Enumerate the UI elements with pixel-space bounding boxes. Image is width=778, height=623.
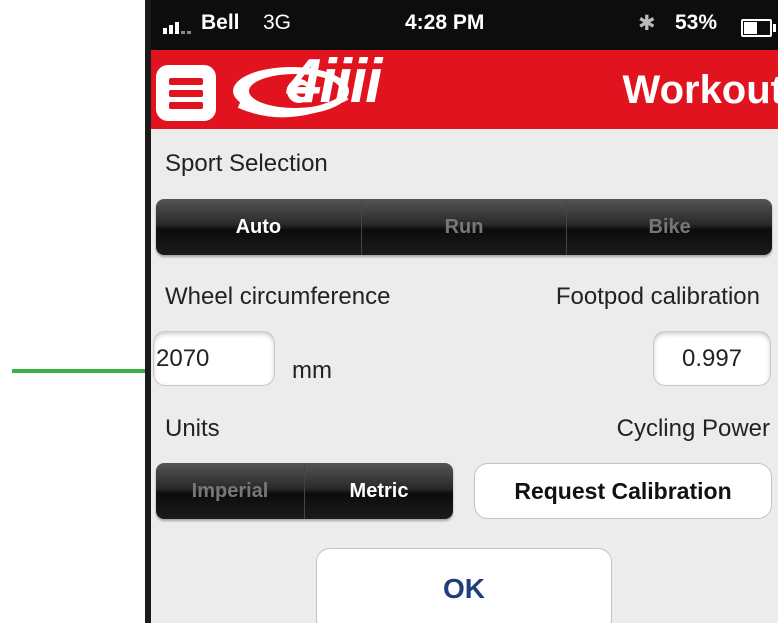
signal-bars-icon <box>163 20 193 34</box>
units-label: Units <box>165 415 220 442</box>
sport-selection-control: Auto Run Bike <box>156 199 772 255</box>
bluetooth-icon: ✱ <box>638 12 656 35</box>
battery-percent: 53% <box>675 11 718 34</box>
footpod-calibration-label: Footpod calibration <box>555 283 760 310</box>
carrier-label: Bell <box>201 11 240 34</box>
units-option-metric[interactable]: Metric <box>304 463 453 519</box>
wheel-unit-label: mm <box>292 357 332 384</box>
battery-icon <box>741 19 776 37</box>
wheel-circumference-input[interactable]: 2070 <box>153 331 275 386</box>
cycling-power-label: Cycling Power <box>616 415 770 442</box>
wheel-circumference-value: 2070 <box>156 344 210 372</box>
ok-button[interactable]: OK <box>316 548 612 623</box>
units-control: Imperial Metric <box>156 463 453 519</box>
sport-option-bike[interactable]: Bike <box>566 199 772 255</box>
units-option-imperial[interactable]: Imperial <box>156 463 304 519</box>
sport-option-auto[interactable]: Auto <box>156 199 361 255</box>
wheel-circumference-label: Wheel circumference <box>165 283 391 310</box>
phone-bezel <box>145 0 151 623</box>
sport-option-run[interactable]: Run <box>360 199 567 255</box>
phone-screen: Bell 3G 4:28 PM ✱ 53% 4iiii Workout Spor… <box>145 0 778 623</box>
footpod-calibration-input[interactable]: 0.997 <box>653 331 771 386</box>
request-calibration-button[interactable]: Request Calibration <box>474 463 772 519</box>
hamburger-menu-icon[interactable] <box>156 65 216 121</box>
footpod-calibration-value: 0.997 <box>681 344 743 372</box>
clock: 4:28 PM <box>405 11 485 34</box>
logo-text: 4iiii <box>287 47 382 116</box>
page-title: Workout <box>622 68 778 112</box>
status-bar: Bell 3G 4:28 PM ✱ 53% <box>145 0 778 50</box>
sport-selection-label: Sport Selection <box>165 150 328 177</box>
network-label: 3G <box>263 11 292 34</box>
app-header: 4iiii Workout <box>145 47 778 129</box>
